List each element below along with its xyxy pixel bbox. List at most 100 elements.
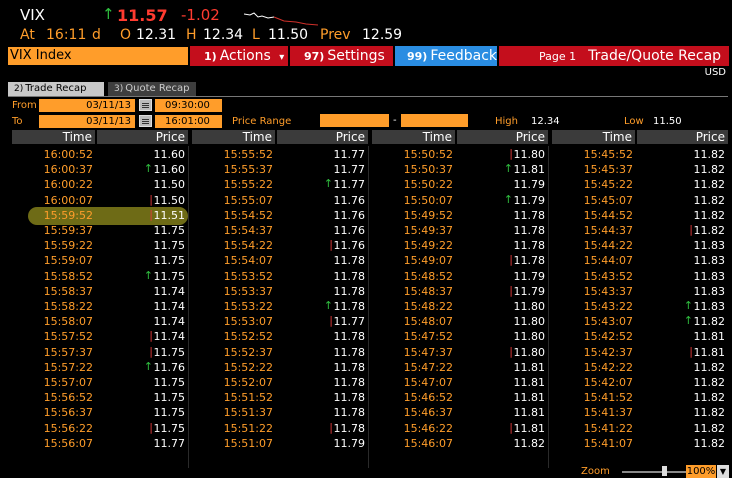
table-row[interactable]: 15:53:37 11.78 bbox=[192, 283, 368, 298]
table-row[interactable]: 15:43:37 11.83 bbox=[552, 283, 728, 298]
table-row[interactable]: 15:52:22 11.78 bbox=[192, 359, 368, 374]
price-range-min-field[interactable] bbox=[320, 114, 389, 127]
table-row[interactable]: 15:57:07 11.75 bbox=[12, 374, 188, 389]
table-row[interactable]: 15:55:52 11.77 bbox=[192, 146, 368, 161]
table-row[interactable]: 15:56:37 11.75 bbox=[12, 404, 188, 419]
price-column-header[interactable]: Price bbox=[637, 130, 728, 144]
table-row[interactable]: 15:54:07 11.78 bbox=[192, 252, 368, 267]
price-column-header[interactable]: Price bbox=[97, 130, 188, 144]
table-row[interactable]: 15:49:07 | 11.78 bbox=[372, 252, 548, 267]
table-row[interactable]: 15:43:22 ↑ 11.83 bbox=[552, 298, 728, 313]
tab-quote-recap[interactable]: 3) Quote Recap bbox=[108, 82, 196, 96]
table-row[interactable]: 15:55:37 11.77 bbox=[192, 161, 368, 176]
table-row[interactable]: 15:59:07 11.75 bbox=[12, 252, 188, 267]
from-time-field[interactable]: 09:30:00 bbox=[155, 99, 222, 112]
time-column-header[interactable]: Time bbox=[372, 130, 455, 144]
zoom-slider-handle[interactable] bbox=[662, 466, 667, 476]
table-row[interactable]: 15:41:52 11.82 bbox=[552, 389, 728, 404]
table-row[interactable]: 15:58:37 11.74 bbox=[12, 283, 188, 298]
feedback-button[interactable]: 99) Feedback bbox=[395, 46, 497, 66]
table-row[interactable]: 16:00:07 | 11.50 bbox=[12, 192, 188, 207]
table-row[interactable]: 15:46:07 11.82 bbox=[372, 435, 548, 450]
table-row[interactable]: 15:50:22 11.79 bbox=[372, 176, 548, 191]
table-row[interactable]: 15:48:37 | 11.79 bbox=[372, 283, 548, 298]
table-row[interactable]: 15:48:22 11.80 bbox=[372, 298, 548, 313]
calendar-icon[interactable] bbox=[139, 115, 152, 127]
price-column-header[interactable]: Price bbox=[457, 130, 548, 144]
table-row[interactable]: 15:43:07 ↑ 11.82 bbox=[552, 313, 728, 328]
table-row[interactable]: 15:47:22 11.81 bbox=[372, 359, 548, 374]
table-row[interactable]: 15:56:07 11.77 bbox=[12, 435, 188, 450]
table-row[interactable]: 15:55:22 ↑ 11.77 bbox=[192, 176, 368, 191]
zoom-slider[interactable] bbox=[622, 471, 686, 473]
table-row[interactable]: 15:45:07 11.82 bbox=[552, 192, 728, 207]
table-row[interactable]: 15:46:22 | 11.81 bbox=[372, 420, 548, 435]
time-column-header[interactable]: Time bbox=[552, 130, 635, 144]
table-row[interactable]: 15:41:22 11.82 bbox=[552, 420, 728, 435]
table-row[interactable]: 15:53:07 | 11.77 bbox=[192, 313, 368, 328]
table-row[interactable]: 15:52:07 11.78 bbox=[192, 374, 368, 389]
table-row[interactable]: 16:00:37 ↑ 11.60 bbox=[12, 161, 188, 176]
time-column-header[interactable]: Time bbox=[192, 130, 275, 144]
table-row[interactable]: 16:00:22 11.50 bbox=[12, 176, 188, 191]
table-row[interactable]: 16:00:52 11.60 bbox=[12, 146, 188, 161]
table-row[interactable]: 15:47:52 11.80 bbox=[372, 328, 548, 343]
table-row[interactable]: 15:57:22 ↑ 11.76 bbox=[12, 359, 188, 374]
table-row[interactable]: 15:42:52 11.81 bbox=[552, 328, 728, 343]
table-row[interactable]: 15:52:37 11.78 bbox=[192, 344, 368, 359]
table-row[interactable]: 15:56:22 | 11.75 bbox=[12, 420, 188, 435]
table-row[interactable]: 15:47:37 | 11.80 bbox=[372, 344, 548, 359]
table-row[interactable]: 15:44:22 11.83 bbox=[552, 237, 728, 252]
table-row[interactable]: 15:51:22 | 11.78 bbox=[192, 420, 368, 435]
price-column-header[interactable]: Price bbox=[277, 130, 368, 144]
table-row[interactable]: 15:51:07 11.79 bbox=[192, 435, 368, 450]
table-row[interactable]: 15:45:22 11.82 bbox=[552, 176, 728, 191]
table-row[interactable]: 15:50:37 ↑ 11.81 bbox=[372, 161, 548, 176]
table-row[interactable]: 15:43:52 11.83 bbox=[552, 268, 728, 283]
table-row[interactable]: 15:52:52 11.78 bbox=[192, 328, 368, 343]
table-row[interactable]: 15:41:07 11.82 bbox=[552, 435, 728, 450]
table-row[interactable]: 15:59:22 11.75 bbox=[12, 237, 188, 252]
settings-button[interactable]: 97) Settings bbox=[290, 46, 393, 66]
to-time-field[interactable]: 16:01:00 bbox=[155, 115, 222, 128]
table-row[interactable]: 15:47:07 11.81 bbox=[372, 374, 548, 389]
from-date-field[interactable]: 03/11/13 bbox=[39, 99, 135, 112]
zoom-value-field[interactable]: 100% bbox=[686, 465, 716, 478]
table-row[interactable]: 15:48:07 11.80 bbox=[372, 313, 548, 328]
actions-button[interactable]: 1) Actions ▾ bbox=[190, 46, 288, 66]
table-row[interactable]: 15:54:37 11.76 bbox=[192, 222, 368, 237]
table-row[interactable]: 15:49:52 11.78 bbox=[372, 207, 548, 222]
table-row[interactable]: 15:53:52 11.78 bbox=[192, 268, 368, 283]
table-row[interactable]: 15:42:22 11.82 bbox=[552, 359, 728, 374]
table-row[interactable]: 15:53:22 ↑ 11.78 bbox=[192, 298, 368, 313]
table-row[interactable]: 15:58:07 11.74 bbox=[12, 313, 188, 328]
table-row[interactable]: 15:55:07 11.76 bbox=[192, 192, 368, 207]
table-row[interactable]: 15:58:22 11.74 bbox=[12, 298, 188, 313]
table-row[interactable]: 15:45:52 11.82 bbox=[552, 146, 728, 161]
chevron-down-icon[interactable]: ▼ bbox=[717, 465, 729, 478]
table-row[interactable]: 15:46:37 11.81 bbox=[372, 404, 548, 419]
price-range-max-field[interactable] bbox=[401, 114, 468, 127]
table-row[interactable]: 15:50:52 | 11.80 bbox=[372, 146, 548, 161]
table-row[interactable]: 15:51:52 11.78 bbox=[192, 389, 368, 404]
table-row[interactable]: 15:57:52 | 11.74 bbox=[12, 328, 188, 343]
table-row[interactable]: 15:48:52 11.79 bbox=[372, 268, 548, 283]
table-row[interactable]: 15:42:07 11.82 bbox=[552, 374, 728, 389]
table-row[interactable]: 15:42:37 | 11.81 bbox=[552, 344, 728, 359]
table-row[interactable]: 15:59:37 11.75 bbox=[12, 222, 188, 237]
table-row[interactable]: 15:41:37 11.82 bbox=[552, 404, 728, 419]
table-row[interactable]: 15:46:52 11.81 bbox=[372, 389, 548, 404]
table-row[interactable]: 15:58:52 ↑ 11.75 bbox=[12, 268, 188, 283]
table-row[interactable]: 15:44:37 | 11.82 bbox=[552, 222, 728, 237]
table-row[interactable]: 15:57:37 | 11.75 bbox=[12, 344, 188, 359]
time-column-header[interactable]: Time bbox=[12, 130, 95, 144]
to-date-field[interactable]: 03/11/13 bbox=[39, 115, 135, 128]
tab-trade-recap[interactable]: 2) Trade Recap bbox=[8, 82, 104, 96]
table-row[interactable]: 15:51:37 11.78 bbox=[192, 404, 368, 419]
table-row[interactable]: 15:44:07 11.83 bbox=[552, 252, 728, 267]
table-row[interactable]: 15:44:52 11.82 bbox=[552, 207, 728, 222]
table-row[interactable]: 15:45:37 11.82 bbox=[552, 161, 728, 176]
table-row[interactable]: 15:49:22 11.78 bbox=[372, 237, 548, 252]
table-row[interactable]: 15:50:07 ↑ 11.79 bbox=[372, 192, 548, 207]
table-row[interactable]: 15:54:52 11.76 bbox=[192, 207, 368, 222]
